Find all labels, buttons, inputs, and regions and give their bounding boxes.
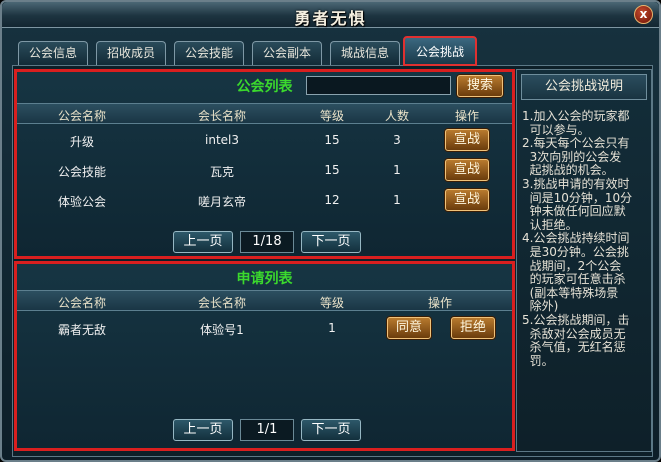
- guild-level: 1: [328, 321, 336, 335]
- apply-list-header: 公会名称 会长名称 等级 操作: [17, 290, 512, 311]
- guild-name: 公会技能: [57, 165, 106, 179]
- table-row: 霸者无敌 体验号1 1 同意 拒绝: [17, 314, 512, 344]
- title-bar[interactable]: 勇者无惧 x: [2, 2, 659, 28]
- guild-name: 霸者无敌: [57, 323, 106, 337]
- help-text: 1.加入公会的玩家都 可以参与。 2.每天每个公会只有 3次向别的公会发 起挑战…: [522, 109, 645, 368]
- window-title: 勇者无惧: [294, 9, 367, 28]
- close-button[interactable]: x: [634, 5, 653, 24]
- prev-page-button[interactable]: 上一页: [173, 231, 233, 253]
- tab-guild-skills[interactable]: 公会技能: [174, 41, 244, 65]
- accept-button[interactable]: 同意: [387, 317, 431, 339]
- apply-list-title: 申请列表: [236, 271, 293, 287]
- apply-list-panel: 申请列表 公会名称 会长名称 等级 操作 霸者无敌 体验号1 1 同意 拒绝 上…: [14, 261, 515, 451]
- col-level: 等级: [319, 296, 344, 310]
- guild-level: 12: [324, 193, 340, 207]
- challenge-help-panel: 公会挑战说明 1.加入公会的玩家都 可以参与。 2.每天每个公会只有 3次向别的…: [516, 69, 652, 452]
- tab-recruit-members[interactable]: 招收成员: [96, 41, 166, 65]
- help-line: 3.挑战申请的有效时: [522, 176, 630, 191]
- col-members: 人数: [384, 109, 409, 123]
- col-guild-name: 公会名称: [57, 109, 106, 123]
- help-line: 2.每天每个公会只有: [522, 136, 630, 151]
- tab-siege-info[interactable]: 城战信息: [330, 41, 400, 65]
- reject-button[interactable]: 拒绝: [451, 317, 495, 339]
- guild-list-pager: 上一页 1/18 下一页: [17, 231, 512, 253]
- help-line: 杀气值，无红名惩: [522, 340, 626, 355]
- help-line: 是30分钟。公会挑: [522, 244, 629, 259]
- help-line: 罚。: [522, 353, 554, 368]
- col-level: 等级: [319, 109, 344, 123]
- help-line: 4.公会挑战持续时间: [522, 231, 630, 246]
- guild-level: 15: [324, 163, 340, 177]
- guild-list-header: 公会名称 会长名称 等级 人数 操作: [17, 103, 512, 124]
- prev-page-button[interactable]: 上一页: [173, 419, 233, 441]
- help-line: 的玩家可任意击杀: [522, 272, 626, 287]
- leader-name: 嗟月玄帝: [197, 195, 246, 209]
- next-page-button[interactable]: 下一页: [301, 419, 361, 441]
- table-row: 公会技能 瓦克 15 1 宣战: [17, 156, 512, 186]
- help-line: 5.公会挑战期间，击: [522, 312, 630, 327]
- table-row: 体验公会 嗟月玄帝 12 1 宣战: [17, 186, 512, 216]
- page-indicator: 1/1: [240, 419, 294, 441]
- col-leader-name: 会长名称: [197, 296, 246, 310]
- col-guild-name: 公会名称: [57, 296, 106, 310]
- guild-name: 升级: [69, 135, 94, 149]
- page-indicator: 1/18: [240, 231, 294, 253]
- leader-name: 瓦克: [209, 165, 234, 179]
- col-action: 操作: [454, 109, 479, 123]
- col-leader-name: 会长名称: [197, 109, 246, 123]
- tab-guild-challenge[interactable]: 公会挑战: [403, 36, 477, 66]
- member-count: 1: [393, 193, 401, 207]
- declare-war-button[interactable]: 宣战: [445, 129, 489, 151]
- member-count: 1: [393, 163, 401, 177]
- search-button[interactable]: 搜索: [457, 75, 503, 97]
- tab-guild-dungeon[interactable]: 公会副本: [252, 41, 322, 65]
- declare-war-button[interactable]: 宣战: [445, 159, 489, 181]
- col-action: 操作: [427, 296, 452, 310]
- help-line: 起挑战的机会。: [522, 163, 614, 178]
- help-line: 1.加入公会的玩家都: [522, 109, 630, 123]
- help-line: 除外): [522, 299, 559, 314]
- table-row: 升级 intel3 15 3 宣战: [17, 126, 512, 156]
- guild-level: 15: [324, 133, 340, 147]
- leader-name: intel3: [205, 133, 239, 147]
- search-input[interactable]: [306, 76, 451, 95]
- tab-guild-info[interactable]: 公会信息: [18, 41, 88, 65]
- leader-name: 体验号1: [200, 323, 244, 337]
- member-count: 3: [393, 133, 401, 147]
- help-line: 钟未做任何回应默: [522, 204, 626, 219]
- help-title: 公会挑战说明: [521, 74, 647, 100]
- guild-list-panel: 公会列表 搜索 公会名称 会长名称 等级 人数 操作 升级 intel3 15 …: [14, 69, 515, 259]
- guild-name: 体验公会: [57, 195, 106, 209]
- apply-list-pager: 上一页 1/1 下一页: [17, 419, 512, 441]
- declare-war-button[interactable]: 宣战: [445, 189, 489, 211]
- next-page-button[interactable]: 下一页: [301, 231, 361, 253]
